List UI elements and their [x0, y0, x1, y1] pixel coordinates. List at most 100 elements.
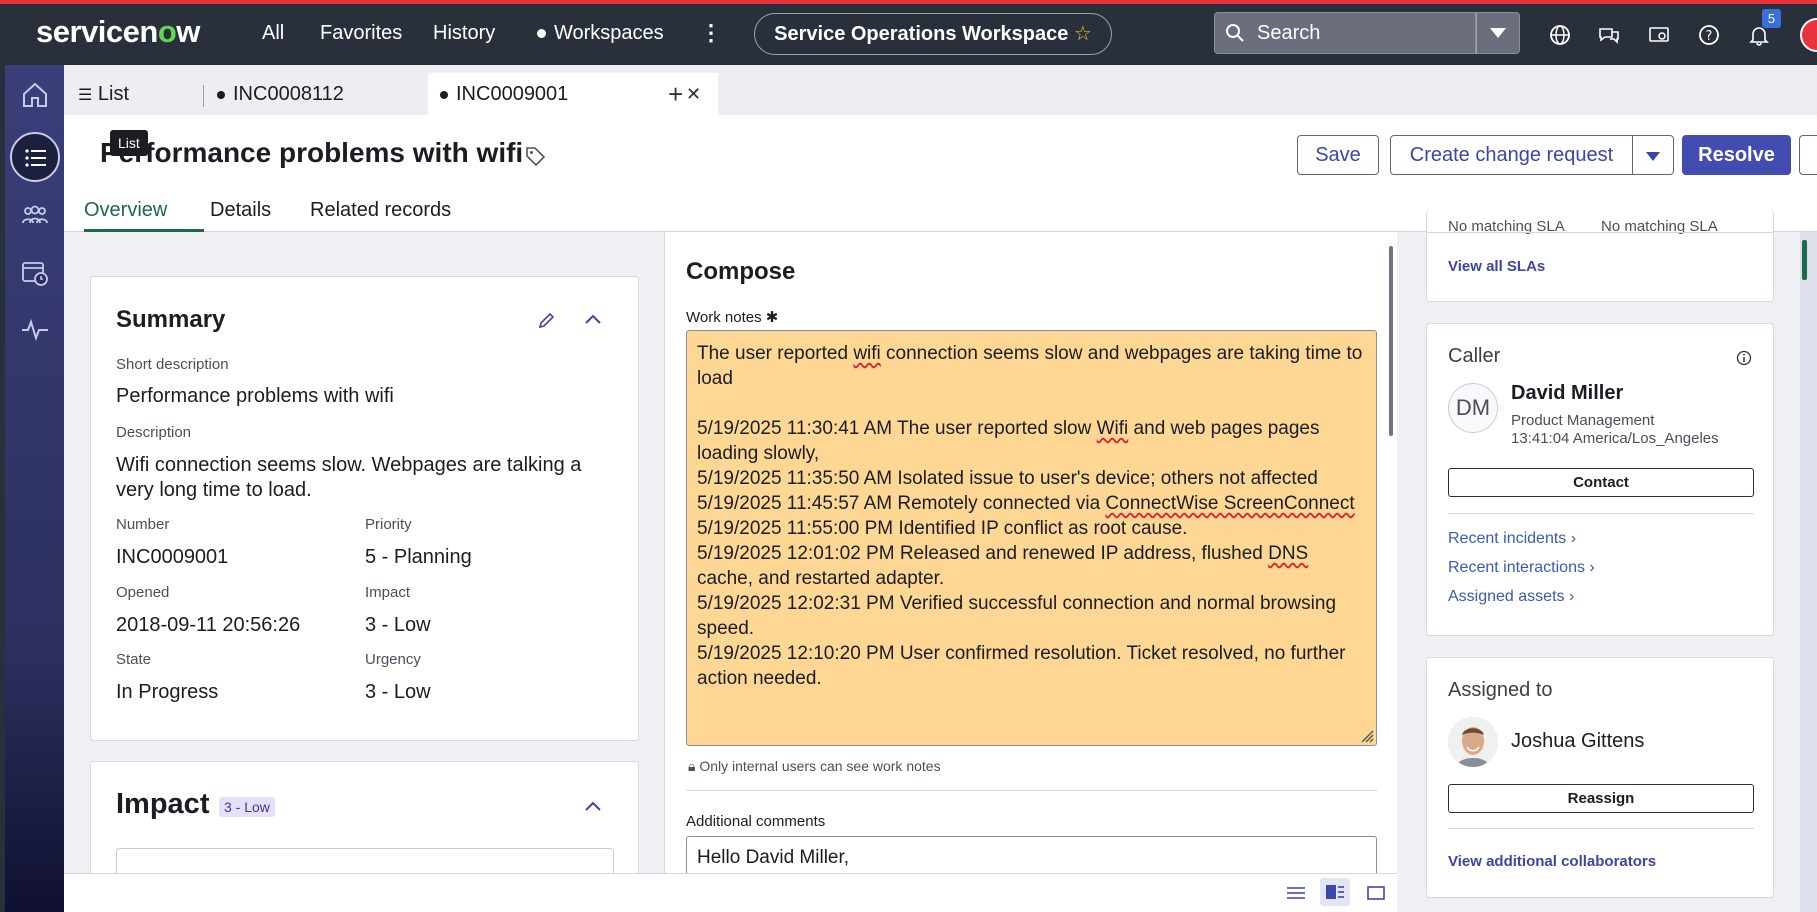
priority-value: 5 - Planning — [365, 546, 472, 568]
help-icon[interactable]: ? — [1697, 23, 1721, 47]
view-all-slas-link[interactable]: View all SLAs — [1448, 258, 1545, 275]
divider — [1448, 513, 1754, 514]
assigned-to-heading: Assigned to — [1448, 679, 1553, 701]
chevron-down-icon — [1646, 152, 1660, 161]
star-icon[interactable]: ☆ — [1074, 23, 1092, 45]
work-notes-textarea[interactable]: The user reported wifi connection seems … — [686, 330, 1377, 746]
two-column-layout-button[interactable] — [1320, 878, 1350, 906]
nav-all[interactable]: All — [262, 22, 284, 45]
required-asterisk-icon: ✱ — [765, 309, 779, 326]
impact-badge: 3 - Low — [219, 797, 275, 817]
opened-value: 2018-09-11 20:56:26 — [116, 614, 301, 636]
work-note-text: 5/19/2025 11:30:41 AM The user reported … — [697, 418, 1097, 439]
list-nav-button[interactable] — [10, 132, 60, 182]
impact-label: Impact — [365, 584, 411, 601]
number-value: INC0009001 — [116, 546, 229, 568]
user-avatar[interactable] — [1800, 18, 1817, 52]
more-vertical-icon[interactable]: ⋮ — [700, 20, 722, 46]
two-column-layout-icon — [1326, 885, 1344, 899]
subtab-details[interactable]: Details — [210, 199, 271, 222]
globe-icon[interactable] — [1548, 23, 1572, 47]
caller-department: Product Management — [1511, 412, 1655, 429]
work-note-text: Wifi — [1096, 418, 1129, 439]
contact-button[interactable]: Contact — [1448, 468, 1754, 497]
tab-list[interactable]: ☰ List — [64, 73, 201, 115]
servicenow-logo[interactable]: servicenow — [36, 14, 200, 50]
layout-status-bar — [64, 873, 1397, 912]
groups-icon[interactable] — [20, 203, 50, 227]
internal-notice: 🔒︎ Only internal users can see work note… — [688, 758, 941, 775]
additional-comments-textarea[interactable]: Hello David Miller, — [686, 836, 1377, 876]
record-tab-bar: ☰ List INC0008112 ✕ INC0009001 ✕ + — [64, 65, 1817, 115]
work-notes-label: Work notes ✱ — [686, 308, 778, 326]
info-icon[interactable] — [1736, 350, 1752, 366]
workspace-selector-button[interactable]: Service Operations Workspace ☆ — [754, 13, 1112, 55]
summary-card: Summary Short description Performance pr… — [90, 276, 639, 741]
resolve-button[interactable]: Resolve — [1682, 135, 1791, 175]
recent-interactions-label: Recent interactions — [1448, 559, 1585, 576]
assignee-photo — [1448, 717, 1498, 767]
caller-local-time: 13:41:04 America/Los_Angeles — [1511, 430, 1719, 447]
work-note-text: ConnectWise ScreenConnect — [1105, 493, 1355, 514]
nav-history[interactable]: History — [433, 22, 495, 45]
left-rail — [0, 65, 64, 912]
recent-incidents-label: Recent incidents — [1448, 530, 1567, 547]
work-note-text: 5/19/2025 12:02:31 PM Verified successfu… — [697, 593, 1342, 639]
subtab-related-records[interactable]: Related records — [310, 199, 451, 222]
work-note-text: wifi — [853, 343, 881, 364]
lock-icon: 🔒︎ — [688, 758, 696, 774]
chevron-up-icon[interactable] — [584, 800, 602, 812]
list-tooltip: List — [110, 130, 148, 156]
assigned-assets-label: Assigned assets — [1448, 588, 1565, 605]
top-navigation: servicenow All Favorites History Workspa… — [0, 4, 1817, 65]
opened-label: Opened — [116, 584, 170, 601]
assigned-assets-link[interactable]: Assigned assets › — [1448, 588, 1574, 606]
work-note-text: 5/19/2025 11:45:57 AM Remotely connected… — [697, 493, 1106, 514]
resize-handle-icon[interactable] — [1360, 729, 1374, 743]
chevron-up-icon[interactable] — [584, 313, 602, 325]
work-note-text: 5/19/2025 12:01:02 PM Released and renew… — [697, 543, 1269, 564]
save-button[interactable]: Save — [1297, 135, 1379, 175]
nav-favorites[interactable]: Favorites — [320, 22, 402, 45]
view-collaborators-link[interactable]: View additional collaborators — [1448, 853, 1656, 870]
recent-incidents-link[interactable]: Recent incidents › — [1448, 530, 1576, 548]
full-width-layout-icon[interactable] — [1367, 886, 1385, 900]
compose-scrollbar[interactable] — [1389, 246, 1393, 436]
tab-inc0008112-label: INC0008112 — [233, 83, 344, 105]
workspace-name: Service Operations Workspace — [774, 23, 1069, 45]
nav-workspaces[interactable]: Workspaces — [537, 22, 664, 45]
recent-interactions-link[interactable]: Recent interactions › — [1448, 559, 1595, 577]
home-icon[interactable] — [20, 80, 50, 110]
calendar-clock-icon[interactable] — [20, 258, 50, 288]
chevron-right-icon: › — [1570, 530, 1577, 547]
assignee-name[interactable]: Joshua Gittens — [1511, 730, 1644, 753]
single-column-layout-icon[interactable] — [1287, 886, 1305, 900]
reassign-button[interactable]: Reassign — [1448, 784, 1754, 813]
create-change-request-button[interactable]: Create change request — [1390, 135, 1633, 175]
record-title: Performance problems with wifi — [100, 137, 524, 168]
create-change-dropdown-button[interactable] — [1632, 135, 1674, 175]
svg-text:?: ? — [1706, 29, 1713, 44]
sidebar-rail — [1800, 232, 1817, 912]
list-icon — [25, 149, 46, 167]
screen-capture-icon[interactable] — [1647, 23, 1671, 47]
assigned-to-card: Assigned to Joshua Gittens Reassign View… — [1426, 657, 1774, 898]
work-note-text: 5/19/2025 11:55:00 PM Identified IP conf… — [697, 518, 1188, 539]
search-icon — [1226, 24, 1244, 42]
short-description-value: Performance problems with wifi — [116, 385, 394, 407]
header-divider — [1426, 232, 1774, 233]
search-scope-dropdown[interactable] — [1476, 12, 1520, 54]
work-note-text: The user reported — [697, 343, 854, 364]
tag-icon[interactable] — [524, 145, 546, 167]
pulse-icon[interactable] — [20, 318, 50, 342]
unsaved-dot-icon — [217, 90, 225, 99]
edit-pencil-icon[interactable] — [537, 310, 557, 330]
chat-icon[interactable] — [1597, 23, 1621, 47]
work-note-text: 5/19/2025 12:10:20 PM User confirmed res… — [697, 643, 1351, 689]
global-search-input[interactable]: Search — [1214, 12, 1476, 54]
more-actions-button[interactable] — [1799, 135, 1817, 175]
subtab-overview[interactable]: Overview — [84, 199, 204, 232]
close-tab-icon[interactable]: ✕ — [686, 73, 701, 115]
new-tab-plus-icon[interactable]: + — [668, 79, 683, 110]
caller-name[interactable]: David Miller — [1511, 382, 1623, 405]
